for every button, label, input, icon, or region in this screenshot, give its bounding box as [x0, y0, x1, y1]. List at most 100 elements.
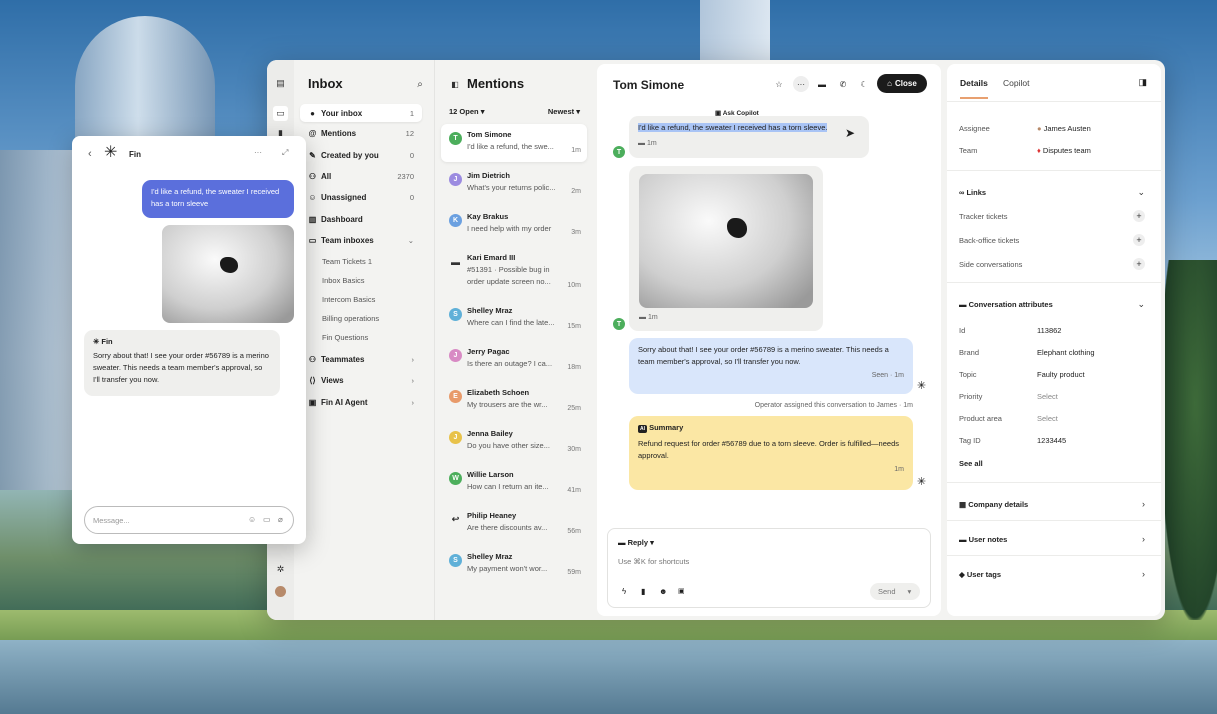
attribute-value[interactable]: 1233445 [1037, 436, 1066, 445]
more-icon[interactable]: ··· [254, 148, 262, 157]
emoji-icon[interactable]: ☺ [248, 515, 256, 524]
attribute-value[interactable]: Faulty product [1037, 370, 1085, 379]
chevron-right-icon[interactable]: › [1142, 499, 1145, 509]
assignee-value[interactable]: ● James Austen [1037, 124, 1091, 133]
chevron-down-icon[interactable]: ⌄ [1137, 299, 1145, 310]
conversation-item[interactable]: E Elizabeth Schoen My trousers are the wr.… [441, 382, 587, 420]
attributes-section[interactable]: ▬ Conversation attributes [959, 300, 1053, 309]
conversation-item[interactable]: K Kay Brakus I need help with my order 3m [441, 206, 587, 244]
inbox-icon[interactable]: ▭ [273, 106, 288, 121]
tab-copilot[interactable]: Copilot [1003, 78, 1029, 88]
snooze-icon[interactable]: ☾ [856, 76, 872, 92]
message-input[interactable]: Message... ☺ ▭ ⌀ [84, 506, 294, 534]
chevron-right-icon[interactable]: › [1142, 534, 1145, 544]
reply-icon: ▬ [618, 538, 626, 547]
panel-toggle-icon[interactable]: ◨ [1138, 77, 1147, 88]
team-inbox-item[interactable]: Billing operations [322, 314, 379, 323]
back-icon[interactable]: ‹ [88, 148, 92, 160]
tab-details[interactable]: Details [960, 78, 988, 99]
note-icon: ▬ [959, 535, 967, 544]
add-icon[interactable]: + [1133, 234, 1145, 246]
star-icon[interactable]: ☆ [771, 76, 787, 92]
sort-select[interactable]: Newest ▾ [548, 107, 580, 116]
conversation-item[interactable]: T Tom Simone I'd like a refund, the swe...… [441, 124, 587, 162]
more-icon[interactable]: ··· [793, 76, 809, 92]
bookmark-icon[interactable]: ▮ [641, 587, 645, 596]
nav-count: 1 [409, 108, 414, 118]
close-button[interactable]: ⌂ Close [877, 74, 927, 93]
attribute-value[interactable]: 113862 [1037, 326, 1061, 335]
user-notes-section[interactable]: ▬ User notes [959, 535, 1007, 544]
panel-icon[interactable]: ▤ [275, 78, 286, 89]
reply-mode-select[interactable]: ▬ Reply ▾ [618, 538, 654, 547]
item-preview: Where can I find the late... [467, 318, 555, 327]
conversation-item[interactable]: S Shelley Mraz My payment won't wor... 59m [441, 546, 587, 584]
avatar-icon[interactable] [275, 586, 286, 597]
team-inbox-item[interactable]: Intercom Basics [322, 295, 375, 304]
conversation-item[interactable]: J Jim Dietrich What's your returns polic..… [441, 165, 587, 203]
gif-icon[interactable]: ▭ [263, 515, 271, 524]
nav-mentions[interactable]: @ Mentions 12 [300, 124, 422, 142]
avatar: K [449, 214, 462, 227]
attribute-value[interactable]: Select [1037, 414, 1058, 423]
nav-fin-ai-agent[interactable]: ▣ Fin AI Agent › [300, 393, 422, 411]
user-tags-section[interactable]: ◆ User tags [959, 570, 1001, 579]
item-preview: Are there discounts av... [467, 523, 548, 532]
avatar: J [449, 349, 462, 362]
nav-label: Created by you [321, 150, 379, 160]
expand-icon[interactable]: ⤢ [282, 148, 288, 158]
search-icon[interactable]: ⌕ [412, 76, 428, 92]
see-all-link[interactable]: See all [959, 459, 983, 468]
conversation-item[interactable]: ↩ Philip Heaney Are there discounts av... 5… [441, 505, 587, 543]
company-details-section[interactable]: ▦ Company details [959, 500, 1028, 509]
open-filter[interactable]: 12 Open ▾ [449, 107, 484, 116]
add-icon[interactable]: + [1133, 210, 1145, 222]
fin-logo-icon: ✳ [916, 380, 927, 392]
nav-label: All [321, 171, 332, 181]
settings-icon[interactable]: ✲ [275, 564, 286, 575]
nav-all[interactable]: ⚇ All 2370 [300, 167, 422, 185]
conversation-item[interactable]: ▬ Kari Emard III #51391 · Possible bug in o… [441, 247, 587, 297]
team-inbox-item[interactable]: Fin Questions [322, 333, 368, 342]
link-item[interactable]: Tracker tickets [959, 212, 1007, 221]
nav-team-inboxes[interactable]: ▭ Team inboxes ⌄ [300, 231, 422, 249]
sidebar-toggle-icon[interactable]: ◧ [447, 76, 463, 92]
team-icon: ♦ [1037, 146, 1041, 155]
nav-created-by-you[interactable]: ✎ Created by you 0 [300, 146, 422, 164]
team-inbox-item[interactable]: Team Tickets 1 [322, 257, 372, 266]
team-value[interactable]: ♦ Disputes team [1037, 146, 1091, 155]
team-inbox-item[interactable]: Inbox Basics [322, 276, 365, 285]
attachment-icon[interactable]: ⌀ [278, 515, 283, 524]
conversation-item[interactable]: J Jenna Bailey Do you have other size... 30… [441, 423, 587, 461]
link-item[interactable]: Back-office tickets [959, 236, 1019, 245]
avatar: ● [1037, 124, 1042, 133]
emoji-icon[interactable]: ☻ [659, 587, 667, 596]
reply-composer: ▬ Reply ▾ Use ⌘K for shortcuts ϟ ▮ ☻ ▣ S… [607, 528, 931, 608]
lightning-icon[interactable]: ϟ [622, 587, 626, 596]
item-preview: My trousers are the wr... [467, 400, 548, 409]
chevron-right-icon[interactable]: › [1142, 569, 1145, 579]
nav-unassigned[interactable]: ☺ Unassigned 0 [300, 188, 422, 206]
add-icon[interactable]: + [1133, 258, 1145, 270]
conversation-item[interactable]: W Willie Larson How can I return an ite...… [441, 464, 587, 502]
bot-reply-message: Sorry about that! I see your order #5678… [629, 338, 913, 394]
attribute-value[interactable]: Elephant clothing [1037, 348, 1095, 357]
nav-views[interactable]: ⟨⟩ Views › [300, 371, 422, 389]
attribute-value[interactable]: Select [1037, 392, 1058, 401]
attribute-key: Product area [959, 414, 1002, 423]
conversation-item[interactable]: J Jerry Pagac Is there an outage? I ca... 1… [441, 341, 587, 379]
ai-icon[interactable]: ▣ [678, 587, 685, 595]
conversation-item[interactable]: S Shelley Mraz Where can I find the late..… [441, 300, 587, 338]
chevron-down-icon[interactable]: ⌄ [1137, 187, 1145, 198]
phone-icon[interactable]: ✆ [835, 76, 851, 92]
ticket-icon[interactable]: ▬ [814, 76, 830, 92]
links-section[interactable]: ∞ Links [959, 188, 986, 197]
nav-teammates[interactable]: ⚇ Teammates › [300, 350, 422, 368]
nav-dashboard[interactable]: ▥ Dashboard [300, 210, 422, 228]
item-preview: Is there an outage? I ca... [467, 359, 553, 368]
inbox-panel: Inbox ⌕ + ●Your inbox1 @Mentions12 ✎Crea… [294, 60, 443, 620]
send-button[interactable]: Send ▾ [870, 583, 920, 600]
nav-your-inbox[interactable]: ● Your inbox 1 [300, 104, 422, 122]
link-item[interactable]: Side conversations [959, 260, 1022, 269]
composer-input[interactable]: Use ⌘K for shortcuts [618, 557, 689, 566]
